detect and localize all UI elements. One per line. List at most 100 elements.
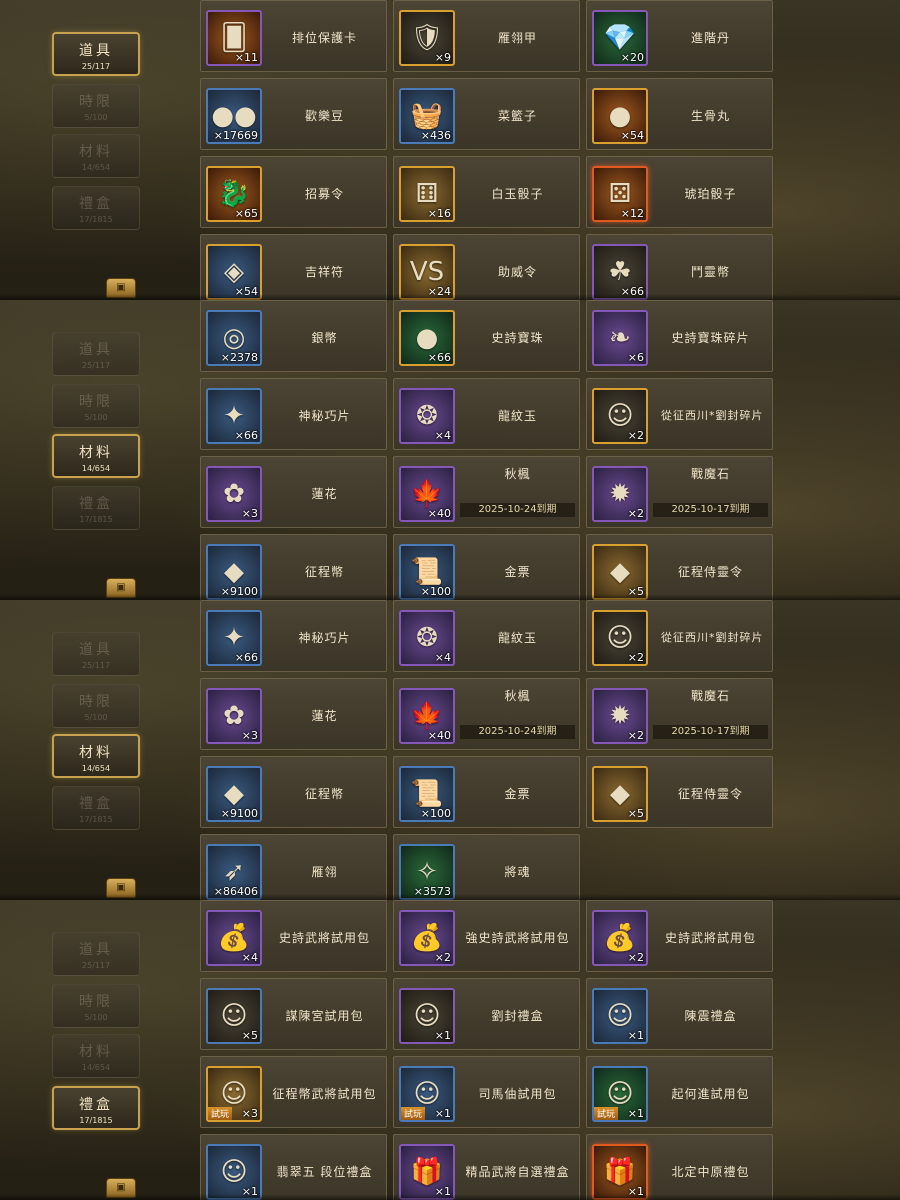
- treasure-chest-icon[interactable]: ▣: [106, 578, 136, 598]
- category-tab[interactable]: 時限 5/100: [52, 84, 140, 128]
- category-tab[interactable]: 禮盒 17/1815: [52, 1086, 140, 1130]
- inventory-item-card[interactable]: ☺ ×1 劉封禮盒: [393, 978, 580, 1050]
- inventory-item-card[interactable]: 📜 ×100 金票: [393, 756, 580, 828]
- treasure-chest-icon[interactable]: ▣: [106, 1178, 136, 1198]
- inventory-item-card[interactable]: ✹ ×2 戰魔石 2025-10-17到期: [586, 678, 773, 750]
- inventory-item-card[interactable]: ➶ ×86406 雁翎: [200, 834, 387, 900]
- pink-bag-icon: 💰 ×2: [399, 910, 455, 966]
- inventory-item-card[interactable]: ◈ ×54 吉祥符: [200, 234, 387, 300]
- item-quantity: ×1: [627, 1107, 644, 1120]
- item-quantity: ×17669: [213, 129, 258, 142]
- item-glyph: ✧: [416, 857, 438, 887]
- category-tab[interactable]: 道具 25/117: [52, 632, 140, 676]
- inventory-item-card[interactable]: 🛡 ×9 雁翎甲: [393, 0, 580, 72]
- inventory-item-card[interactable]: 🐉 ×65 招募令: [200, 156, 387, 228]
- item-name: 征程幣武將試用包: [272, 1086, 377, 1101]
- item-glyph: 📜: [410, 779, 444, 809]
- inventory-item-card[interactable]: 🎁 ×1 北定中原禮包: [586, 1134, 773, 1200]
- inventory-item-card[interactable]: ☺ ×2 從征西川*劉封碎片: [586, 378, 773, 450]
- inventory-item-card[interactable]: ☺ ×5 謀陳宮試用包: [200, 978, 387, 1050]
- item-name: 蓮花: [311, 708, 338, 723]
- item-glyph: ◆: [224, 557, 244, 587]
- inventory-item-card[interactable]: ◆ ×5 征程侍靈令: [586, 534, 773, 600]
- item-glyph: ☺: [606, 1001, 634, 1031]
- inventory-item-card[interactable]: 💰 ×4 史詩武將試用包: [200, 900, 387, 972]
- inventory-item-card[interactable]: ✿ ×3 蓮花: [200, 678, 387, 750]
- category-tab[interactable]: 禮盒 17/1815: [52, 786, 140, 830]
- category-tab-label: 道具: [79, 942, 113, 958]
- inventory-item-card[interactable]: ☘ ×66 鬥靈幣: [586, 234, 773, 300]
- category-tab[interactable]: 道具 25/117: [52, 32, 140, 76]
- inventory-item-card[interactable]: ✦ ×66 神秘巧片: [200, 600, 387, 672]
- inventory-item-card[interactable]: ● ×66 史詩寶珠: [393, 300, 580, 372]
- inventory-item-card[interactable]: 💎 ×20 進階丹: [586, 0, 773, 72]
- inventory-item-card[interactable]: 💰 ×2 史詩武將試用包: [586, 900, 773, 972]
- inventory-item-card[interactable]: 🎁 ×1 精品武將自選禮盒: [393, 1134, 580, 1200]
- inventory-item-card[interactable]: ✦ ×66 神秘巧片: [200, 378, 387, 450]
- category-tab-label: 時限: [79, 394, 113, 410]
- item-glyph: ❂: [416, 401, 438, 431]
- category-tab[interactable]: 道具 25/117: [52, 932, 140, 976]
- inventory-item-card[interactable]: 💰 ×2 強史詩武將試用包: [393, 900, 580, 972]
- inventory-item-card[interactable]: ☺ 試玩 ×1 起何進試用包: [586, 1056, 773, 1128]
- item-glyph: ◈: [224, 257, 244, 287]
- category-tab[interactable]: 材料 14/654: [52, 434, 140, 478]
- inventory-item-card[interactable]: ⚅ ×16 白玉骰子: [393, 156, 580, 228]
- inventory-item-card[interactable]: VS ×24 助威令: [393, 234, 580, 300]
- inventory-item-card[interactable]: ☺ ×2 從征西川*劉封碎片: [586, 600, 773, 672]
- category-tab[interactable]: 材料 14/654: [52, 134, 140, 178]
- inventory-item-card[interactable]: 🍁 ×40 秋楓 2025-10-24到期: [393, 456, 580, 528]
- inventory-item-card[interactable]: ⚄ ×12 琥珀骰子: [586, 156, 773, 228]
- inventory-item-card[interactable]: ✧ ×3573 將魂: [393, 834, 580, 900]
- category-tab[interactable]: 道具 25/117: [52, 332, 140, 376]
- item-glyph: 🛡: [410, 23, 444, 53]
- item-quantity: ×5: [241, 1029, 258, 1042]
- item-name: 排位保護卡: [291, 30, 357, 45]
- category-tab[interactable]: 時限 5/100: [52, 684, 140, 728]
- inventory-item-card[interactable]: ☺ ×1 翡翠五 段位禮盒: [200, 1134, 387, 1200]
- item-glyph: ⚄: [608, 179, 632, 209]
- inventory-panel: 道具 25/117 時限 5/100 材料 14/654 禮盒 17/1815 ▣ 🂠 ×11 排位保…: [0, 0, 900, 300]
- item-quantity: ×86406: [213, 885, 258, 898]
- category-tab-label: 時限: [79, 94, 113, 110]
- inventory-item-card[interactable]: 📜 ×100 金票: [393, 534, 580, 600]
- inventory-item-card[interactable]: ❂ ×4 龍紋玉: [393, 378, 580, 450]
- category-tab[interactable]: 時限 5/100: [52, 384, 140, 428]
- item-quantity: ×2: [627, 507, 644, 520]
- item-glyph: ☺: [220, 1157, 248, 1187]
- inventory-item-card[interactable]: ✿ ×3 蓮花: [200, 456, 387, 528]
- treasure-chest-icon[interactable]: ▣: [106, 878, 136, 898]
- inventory-item-card[interactable]: ❂ ×4 龍紋玉: [393, 600, 580, 672]
- inventory-item-card[interactable]: ☺ ×1 陳震禮盒: [586, 978, 773, 1050]
- item-quantity: ×66: [620, 285, 644, 298]
- inventory-item-card[interactable]: ☺ 試玩 ×3 征程幣武將試用包: [200, 1056, 387, 1128]
- treasure-chest-icon[interactable]: ▣: [106, 278, 136, 298]
- category-tab[interactable]: 禮盒 17/1815: [52, 486, 140, 530]
- inventory-item-card[interactable]: ◆ ×5 征程侍靈令: [586, 756, 773, 828]
- item-glyph: ☺: [220, 1001, 248, 1031]
- inventory-item-card[interactable]: ● ×54 生骨丸: [586, 78, 773, 150]
- category-tab[interactable]: 材料 14/654: [52, 734, 140, 778]
- category-tab[interactable]: 時限 5/100: [52, 984, 140, 1028]
- inventory-item-card[interactable]: 🍁 ×40 秋楓 2025-10-24到期: [393, 678, 580, 750]
- gold-ticket-icon: 📜 ×100: [399, 544, 455, 600]
- item-expiry: 2025-10-24到期: [460, 725, 575, 739]
- inventory-item-card[interactable]: ◆ ×9100 征程幣: [200, 756, 387, 828]
- category-tab[interactable]: 禮盒 17/1815: [52, 186, 140, 230]
- inventory-item-card[interactable]: ☺ 試玩 ×1 司馬伷試用包: [393, 1056, 580, 1128]
- trial-badge: 試玩: [208, 1107, 233, 1120]
- inventory-item-card[interactable]: ◆ ×9100 征程幣: [200, 534, 387, 600]
- inventory-item-card[interactable]: ◎ ×2378 銀幣: [200, 300, 387, 372]
- item-name: 強史詩武將試用包: [465, 930, 570, 945]
- hero-portrait-icon: ☺ 試玩 ×1: [592, 1066, 648, 1122]
- category-tab[interactable]: 材料 14/654: [52, 1034, 140, 1078]
- item-name: 招募令: [304, 186, 344, 201]
- inventory-item-card[interactable]: ●● ×17669 歡樂豆: [200, 78, 387, 150]
- inventory-item-card[interactable]: ✹ ×2 戰魔石 2025-10-17到期: [586, 456, 773, 528]
- item-name: 秋楓: [504, 467, 531, 481]
- inventory-item-card[interactable]: ❧ ×6 史詩寶珠碎片: [586, 300, 773, 372]
- inventory-item-card[interactable]: 🂠 ×11 排位保護卡: [200, 0, 387, 72]
- item-quantity: ×2: [627, 651, 644, 664]
- inventory-item-card[interactable]: 🧺 ×436 菜籃子: [393, 78, 580, 150]
- item-glyph: ✦: [223, 623, 245, 653]
